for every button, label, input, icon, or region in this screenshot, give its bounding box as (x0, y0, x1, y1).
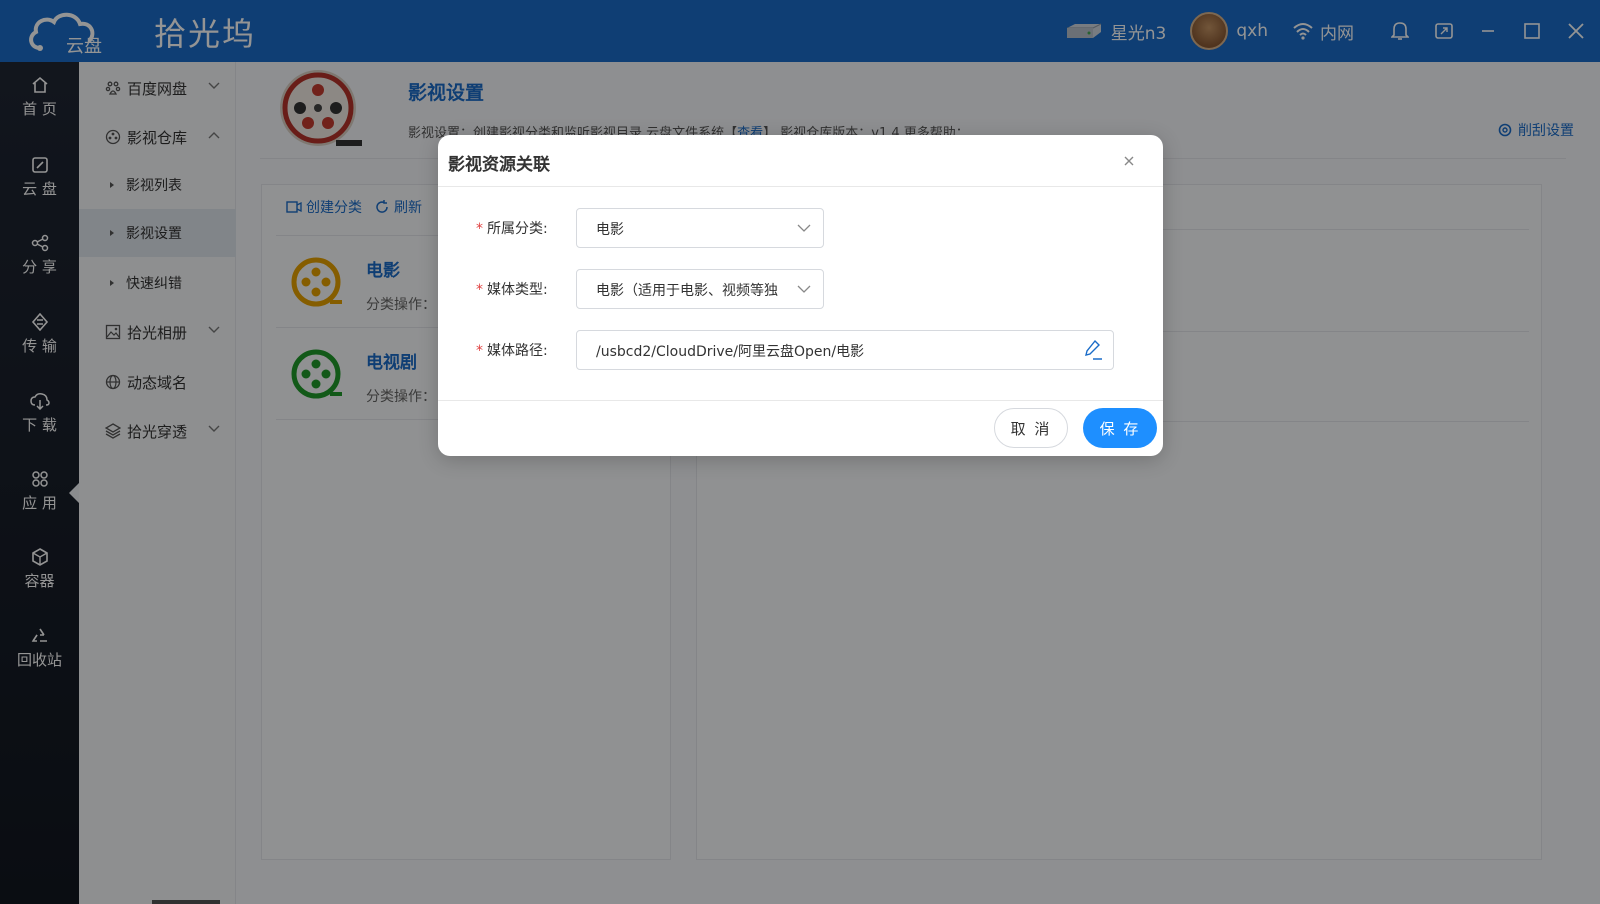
required-mark: * (476, 343, 483, 359)
chevron-down-icon (797, 285, 811, 293)
dialog-footer-divider (438, 400, 1163, 401)
category-select[interactable]: 电影 (576, 208, 824, 248)
media-path-label-text: 媒体路径: (487, 343, 548, 359)
media-type-label-text: 媒体类型: (487, 282, 548, 298)
media-type-select[interactable]: 电影（适用于电影、视频等独 (576, 269, 824, 309)
chevron-down-icon (797, 224, 811, 232)
dialog-header: 影视资源关联 (438, 135, 1163, 187)
media-type-label: * 媒体类型: (476, 279, 548, 299)
category-value: 电影 (596, 222, 624, 238)
edit-pencil-icon[interactable] (1083, 339, 1103, 361)
save-button[interactable]: 保 存 (1083, 408, 1157, 448)
media-path-input[interactable]: /usbcd2/CloudDrive/阿里云盘Open/电影 (576, 330, 1114, 370)
media-type-field-row: * 媒体类型: 电影（适用于电影、视频等独 (438, 269, 1163, 309)
media-resource-dialog: 影视资源关联 * 所属分类: 电影 * 媒体类型: 电影（适用于电影、视频等独 * 媒… (438, 135, 1163, 456)
close-icon[interactable] (1121, 153, 1137, 169)
category-field-row: * 所属分类: 电影 (438, 208, 1163, 248)
media-type-value: 电影（适用于电影、视频等独 (596, 283, 778, 299)
category-label-text: 所属分类: (487, 221, 548, 237)
media-path-value: /usbcd2/CloudDrive/阿里云盘Open/电影 (596, 344, 865, 360)
cancel-button[interactable]: 取 消 (994, 408, 1068, 448)
media-path-field-row: * 媒体路径: /usbcd2/CloudDrive/阿里云盘Open/电影 (438, 330, 1163, 370)
dialog-title: 影视资源关联 (448, 155, 550, 175)
required-mark: * (476, 282, 483, 298)
media-path-label: * 媒体路径: (476, 340, 548, 360)
category-label: * 所属分类: (476, 218, 548, 238)
required-mark: * (476, 221, 483, 237)
